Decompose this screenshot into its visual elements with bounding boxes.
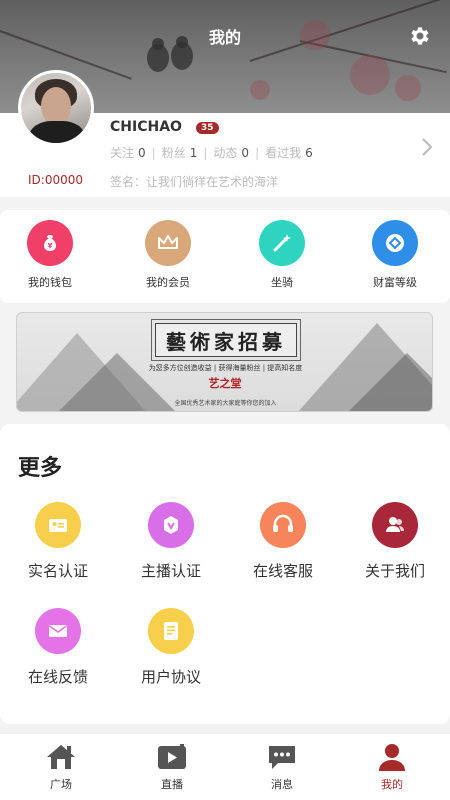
mount-label: 坐骑: [271, 276, 293, 289]
stat-fans-value: 1: [189, 145, 198, 160]
artist-recruit-banner[interactable]: 藝術家招募 为您多方位创造收益 | 获得海量粉丝 | 提高知名度 艺之堂 全国优…: [16, 312, 433, 412]
bottom-tab-bar: 广场 直播 消息 我的: [0, 733, 450, 800]
blossom-decoration: [350, 55, 390, 95]
anchor-verify-button[interactable]: 主播认证: [116, 502, 226, 581]
tab-live-label: 直播: [161, 778, 183, 791]
people-icon: [372, 502, 418, 548]
stat-visitors-value: 6: [305, 145, 313, 160]
avatar[interactable]: [18, 70, 94, 146]
blossom-decoration: [250, 80, 270, 100]
profile-stats: 关注 0 | 粉丝 1 | 动态 0 | 看过我 6: [110, 144, 313, 161]
mail-icon: [35, 608, 81, 654]
about-us-label: 关于我们: [364, 562, 425, 580]
document-icon: [148, 608, 194, 654]
membership-label: 我的会员: [146, 276, 190, 289]
anchor-verify-icon: [148, 502, 194, 548]
stat-visitors-label: 看过我: [265, 146, 302, 160]
stat-posts-label: 动态: [213, 146, 238, 160]
live-video-icon: [158, 744, 186, 769]
about-us-button[interactable]: 关于我们: [340, 502, 450, 581]
user-id: ID:00000: [28, 173, 83, 187]
tab-messages-label: 消息: [271, 778, 293, 791]
real-name-verify-label: 实名认证: [27, 562, 88, 580]
stat-divider: |: [151, 145, 156, 160]
wealth-level-label: 财富等级: [373, 276, 417, 289]
promo-title: 藝術家招募: [151, 319, 301, 361]
stat-following-label: 关注: [110, 146, 135, 160]
brand-logo: 艺之堂: [199, 375, 251, 391]
diamond-icon: [372, 220, 418, 266]
gear-icon[interactable]: [408, 24, 432, 48]
svg-text:¥: ¥: [48, 242, 53, 250]
chat-icon: [269, 746, 295, 769]
tab-me-label: 我的: [381, 778, 403, 791]
feedback-label: 在线反馈: [27, 668, 88, 686]
online-service-label: 在线客服: [252, 562, 313, 580]
magic-wand-icon: [259, 220, 305, 266]
promo-footer: 全国优秀艺术家的大家庭等你您的加入: [174, 400, 277, 407]
crown-icon: [145, 220, 191, 266]
mount-button[interactable]: 坐骑: [232, 220, 332, 290]
stat-fans-label: 粉丝: [161, 146, 186, 160]
signature: 签名：让我们徜徉在艺术的海洋: [110, 175, 279, 189]
membership-button[interactable]: 我的会员: [118, 220, 218, 290]
more-title: 更多: [18, 456, 63, 481]
wallet-button[interactable]: ¥ 我的钱包: [0, 220, 100, 290]
wallet-label: 我的钱包: [28, 276, 72, 289]
wallet-icon: ¥: [27, 220, 73, 266]
user-agreement-button[interactable]: 用户协议: [116, 608, 226, 687]
brand-name: 艺之堂: [208, 377, 242, 390]
promo-subtitle: 为您多方位创造收益 | 获得海量粉丝 | 提高知名度: [148, 364, 303, 372]
tab-square-label: 广场: [50, 778, 72, 791]
username: CHICHAO: [110, 119, 182, 135]
stat-posts-value: 0: [241, 145, 250, 160]
tab-live[interactable]: 直播: [116, 742, 228, 792]
feedback-button[interactable]: 在线反馈: [3, 608, 113, 687]
stat-divider: |: [255, 145, 260, 160]
blossom-decoration: [395, 75, 421, 101]
more-section: 更多 实名认证 主播认证 在线客服 关于我们 在线反馈 用户协议: [0, 424, 450, 724]
level-badge: 35: [196, 122, 219, 134]
user-agreement-label: 用户协议: [140, 668, 201, 686]
tab-square[interactable]: 广场: [5, 742, 117, 792]
tab-me[interactable]: 我的: [336, 742, 448, 792]
online-service-button[interactable]: 在线客服: [228, 502, 338, 581]
anchor-verify-label: 主播认证: [140, 562, 201, 580]
stat-divider: |: [203, 145, 208, 160]
user-icon: [379, 744, 405, 771]
chevron-right-icon[interactable]: [420, 137, 434, 157]
stat-following-value: 0: [138, 145, 146, 160]
real-name-verify-button[interactable]: 实名认证: [3, 502, 113, 581]
tab-messages[interactable]: 消息: [226, 742, 338, 792]
page-title: 我的: [208, 28, 241, 47]
id-card-icon: [35, 502, 81, 548]
quick-actions: ¥ 我的钱包 我的会员 坐骑 财富等级: [0, 210, 450, 303]
headset-icon: [260, 502, 306, 548]
wealth-level-button[interactable]: 财富等级: [345, 220, 445, 290]
home-icon: [47, 745, 75, 769]
